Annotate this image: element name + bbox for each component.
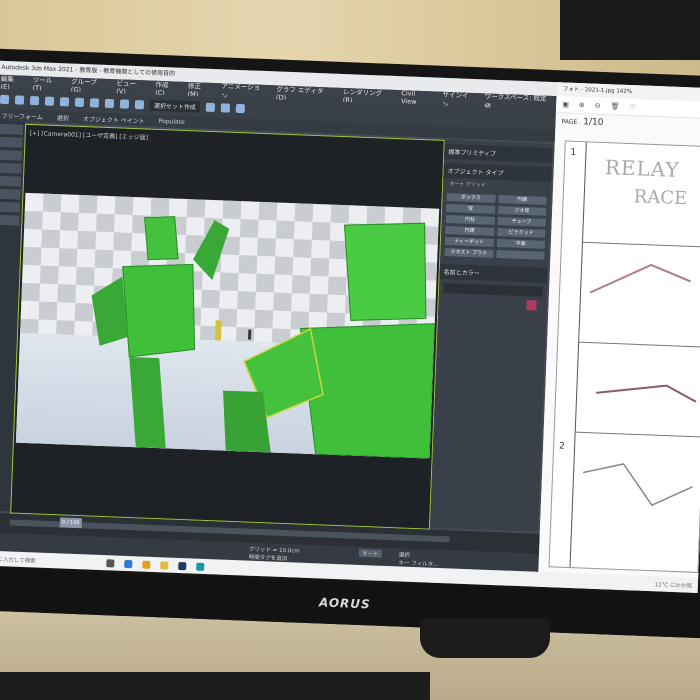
max-application: Autodesk 3ds Max 2021 - 教育版 - 教育機関としての使用…: [0, 60, 558, 587]
snap-icon[interactable]: [104, 98, 115, 108]
sphere-button[interactable]: 球: [446, 204, 495, 214]
align-icon[interactable]: [220, 102, 231, 113]
monitor: Autodesk 3ds Max 2021 - 教育版 - 教育機関としての使用…: [0, 48, 700, 639]
zoom-in-icon[interactable]: ⊕: [579, 101, 585, 109]
save-icon[interactable]: ▣: [562, 100, 569, 108]
move-icon[interactable]: [59, 96, 70, 106]
select-icon[interactable]: [44, 96, 55, 106]
page-value: 1/10: [583, 117, 604, 128]
green-figures: [91, 216, 436, 459]
scale-icon[interactable]: [89, 97, 100, 108]
explorer-row[interactable]: [0, 188, 21, 200]
frame-slider[interactable]: 0 / 100: [59, 517, 83, 529]
object-color-swatch[interactable]: [526, 300, 537, 311]
cylinder-button[interactable]: 円柱: [445, 215, 495, 225]
pyramid-button[interactable]: ピラミッド: [496, 227, 546, 238]
rotate-icon[interactable]: [74, 97, 85, 107]
percent-snap-icon[interactable]: [134, 99, 145, 109]
viewport-scene[interactable]: [15, 192, 440, 459]
render-icon[interactable]: [235, 103, 246, 113]
empty-button[interactable]: [495, 249, 545, 260]
3dsmax-icon[interactable]: [196, 562, 205, 571]
textplus-button[interactable]: テキスト プラス: [444, 247, 494, 258]
redo-icon[interactable]: [14, 94, 25, 105]
delete-icon[interactable]: 🗑: [610, 102, 619, 110]
storyboard-sketches: [574, 241, 700, 507]
plane-button[interactable]: 平面: [496, 238, 546, 249]
tab-object-paint[interactable]: オブジェクト ペイント: [83, 114, 145, 125]
explorer-row[interactable]: [0, 136, 23, 148]
box-button[interactable]: ボックス: [446, 193, 496, 203]
storyboard-sheet: 1 2 RELAY RACE: [548, 140, 700, 573]
viewport-label[interactable]: [+] [Camera001] [ユーザ定義] [エッジ面]: [30, 128, 149, 142]
tube-button[interactable]: チューブ: [497, 216, 546, 227]
teapot-button[interactable]: ティーポット: [444, 236, 494, 247]
geosphere-button[interactable]: ジオ球: [497, 205, 547, 216]
zoom-out-icon[interactable]: ⊖: [595, 102, 601, 110]
explorer-row[interactable]: [0, 201, 21, 213]
explorer-icon[interactable]: [160, 560, 169, 570]
photoshop-icon[interactable]: [178, 561, 187, 570]
page-label: PAGE: [561, 118, 578, 126]
keyboard: [0, 672, 430, 700]
cone-button[interactable]: 円錐: [497, 195, 547, 205]
weather-widget[interactable]: 12°C にわか雨: [654, 580, 698, 590]
link-icon[interactable]: [29, 95, 40, 105]
tab-populate[interactable]: Populate: [159, 117, 185, 125]
angle-snap-icon[interactable]: [119, 98, 130, 109]
torus-button[interactable]: 円環: [445, 226, 494, 236]
background-object: [560, 0, 700, 60]
search-input[interactable]: ここに入力して検索: [0, 554, 96, 566]
favorite-icon[interactable]: ♡: [629, 103, 636, 111]
task-view-icon[interactable]: [106, 558, 115, 568]
explorer-row[interactable]: [0, 175, 22, 187]
auto-key-button[interactable]: オート: [358, 548, 382, 558]
monitor-stand: [420, 618, 550, 658]
camera-viewport[interactable]: [+] [Camera001] [ユーザ定義] [エッジ面]: [10, 123, 445, 530]
name-color-rollout[interactable]: 名前とカラー: [439, 263, 548, 283]
primitive-buttons: ボックス 円錐 球 ジオ球 円柱 チューブ 円環 ピラミッド ティーポット 平面…: [440, 189, 551, 264]
screen: Autodesk 3ds Max 2021 - 教育版 - 教育機関としての使用…: [0, 60, 700, 593]
tab-selection[interactable]: 選択: [57, 113, 69, 122]
object-name-input[interactable]: [442, 282, 544, 297]
explorer-row[interactable]: [0, 123, 24, 135]
photo-viewer: フォト - 2021-1.jpg 142% ▣ ⊕ ⊖ 🗑 ♡ PAGE 1/1…: [538, 82, 700, 578]
chrome-icon[interactable]: [142, 560, 151, 569]
monitor-brand-logo: AORUS: [318, 595, 371, 612]
primitive-type-dropdown[interactable]: 標準プリミティブ: [444, 143, 553, 164]
selection-set-dropdown[interactable]: 選択セット作成: [149, 99, 201, 112]
explorer-row[interactable]: [0, 162, 22, 174]
edge-browser-icon[interactable]: [124, 559, 133, 568]
mirror-icon[interactable]: [205, 102, 216, 112]
explorer-row[interactable]: [0, 214, 20, 226]
tab-freeform[interactable]: フリーフォーム: [1, 110, 43, 121]
command-panel: 標準プリミティブ オブジェクト タイプ オート グリッド ボックス 円錐 球 ジ…: [429, 139, 553, 532]
explorer-row[interactable]: [0, 149, 23, 161]
undo-icon[interactable]: [0, 94, 10, 104]
